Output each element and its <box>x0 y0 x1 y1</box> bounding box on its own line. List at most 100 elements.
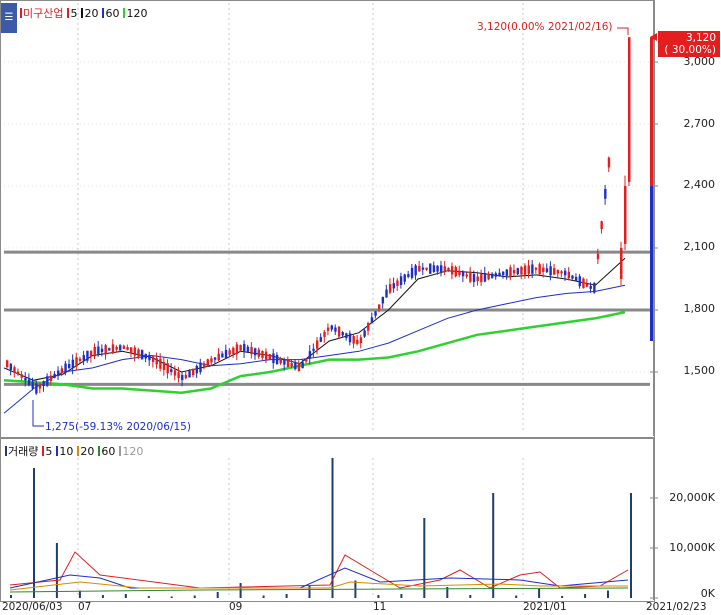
candle-body <box>370 317 374 324</box>
y-tick-2700: 2,700 <box>683 117 716 130</box>
candle-body <box>71 359 75 369</box>
candle-body <box>341 332 344 336</box>
candle-body <box>24 377 27 381</box>
candle-body <box>509 267 512 278</box>
y-tick-1500: 1,500 <box>683 364 716 377</box>
volume-bar <box>584 594 587 598</box>
candle-body <box>582 278 585 288</box>
candle-body <box>301 362 304 369</box>
candle-body <box>337 326 341 337</box>
candle-body <box>487 273 490 280</box>
candle-body <box>181 374 184 381</box>
candle-body <box>272 353 275 364</box>
candle-body <box>443 266 447 271</box>
candle-body <box>16 371 20 375</box>
candle-body <box>119 345 122 351</box>
volume-bar <box>262 595 265 598</box>
candle-body <box>472 274 476 282</box>
candle-body <box>49 375 53 382</box>
y-tick-2400: 2,400 <box>683 178 716 191</box>
candle-body <box>228 350 231 355</box>
candle-body <box>534 267 538 270</box>
candle-body <box>326 327 330 331</box>
candle-body <box>454 266 457 277</box>
x-label-2021-01: 2021/01 <box>523 601 567 613</box>
candle-body <box>202 363 206 367</box>
candle-body <box>585 283 589 287</box>
high-annotation: 3,120(0.00% 2021/02/16) <box>477 21 613 33</box>
candle-body <box>188 371 191 378</box>
day-range-down-bar <box>650 186 653 341</box>
candle-body <box>589 285 592 289</box>
candle-body <box>429 263 432 274</box>
y-tick-1800: 1,800 <box>683 302 716 315</box>
volume-bar <box>630 493 632 598</box>
candle-body <box>593 283 596 293</box>
candle-body <box>155 358 158 365</box>
candle-body <box>440 265 443 273</box>
candle-body <box>133 347 137 356</box>
candle-body <box>31 381 34 389</box>
candle-body <box>275 354 279 365</box>
candle-body <box>502 271 505 276</box>
volume-bar <box>607 590 609 598</box>
x-label-end: 2021/02/23 <box>646 601 707 613</box>
candle-body <box>436 265 439 272</box>
candle-body <box>173 370 177 376</box>
candle-body <box>246 346 250 352</box>
candle-body <box>505 269 509 276</box>
candle-body <box>64 363 67 373</box>
candle-body <box>206 359 209 367</box>
candle-body <box>494 273 498 277</box>
candle-body <box>545 268 549 273</box>
volume-bar <box>331 458 334 598</box>
candle-body <box>352 336 355 344</box>
candle-body <box>162 362 166 370</box>
candle-body <box>596 253 600 260</box>
candle-body <box>151 356 155 363</box>
low-annotation: 1,275(-59.13% 2020/06/15) <box>45 421 191 433</box>
candle-body <box>100 348 104 353</box>
candle-body <box>578 276 581 287</box>
candle-body <box>115 347 118 350</box>
candle-body <box>396 280 399 286</box>
candle-body <box>425 267 428 270</box>
candle-body <box>294 362 297 370</box>
candle-body <box>224 349 228 358</box>
candle-body <box>75 357 78 367</box>
vol-tick-10000: 10,000K <box>669 541 715 554</box>
candle-body <box>68 363 71 369</box>
vol-tick-0: 0K <box>700 587 715 600</box>
candle-body <box>388 284 392 293</box>
candle-body <box>334 327 337 332</box>
candle-body <box>305 358 308 362</box>
x-label-07: 07 <box>78 601 92 613</box>
candle-body <box>104 345 107 355</box>
stock-chart-svg <box>3 3 658 599</box>
candle-body <box>498 272 501 276</box>
candle-body <box>137 349 140 357</box>
candle-body <box>217 353 220 361</box>
volume-ma-line <box>9 587 629 593</box>
candle-body <box>86 350 89 361</box>
candle-body <box>461 272 465 277</box>
volume-bar <box>170 596 173 598</box>
volume-bar <box>469 595 472 598</box>
volume-bar <box>308 585 311 598</box>
candle-body <box>192 368 195 376</box>
candle-body <box>148 355 151 361</box>
candle-body <box>82 355 85 361</box>
candle-body <box>432 265 436 273</box>
candle-body <box>527 265 530 274</box>
candle-body <box>243 343 246 353</box>
candle-body <box>465 274 468 277</box>
volume-bar <box>400 594 403 598</box>
x-label-11: 11 <box>373 601 387 613</box>
candle-body <box>520 266 523 275</box>
candle-body <box>330 325 333 330</box>
candle-body <box>130 347 133 353</box>
candle-body <box>410 267 414 279</box>
candle-body <box>399 276 403 285</box>
candle-body <box>35 383 38 394</box>
candle-body <box>450 266 454 275</box>
